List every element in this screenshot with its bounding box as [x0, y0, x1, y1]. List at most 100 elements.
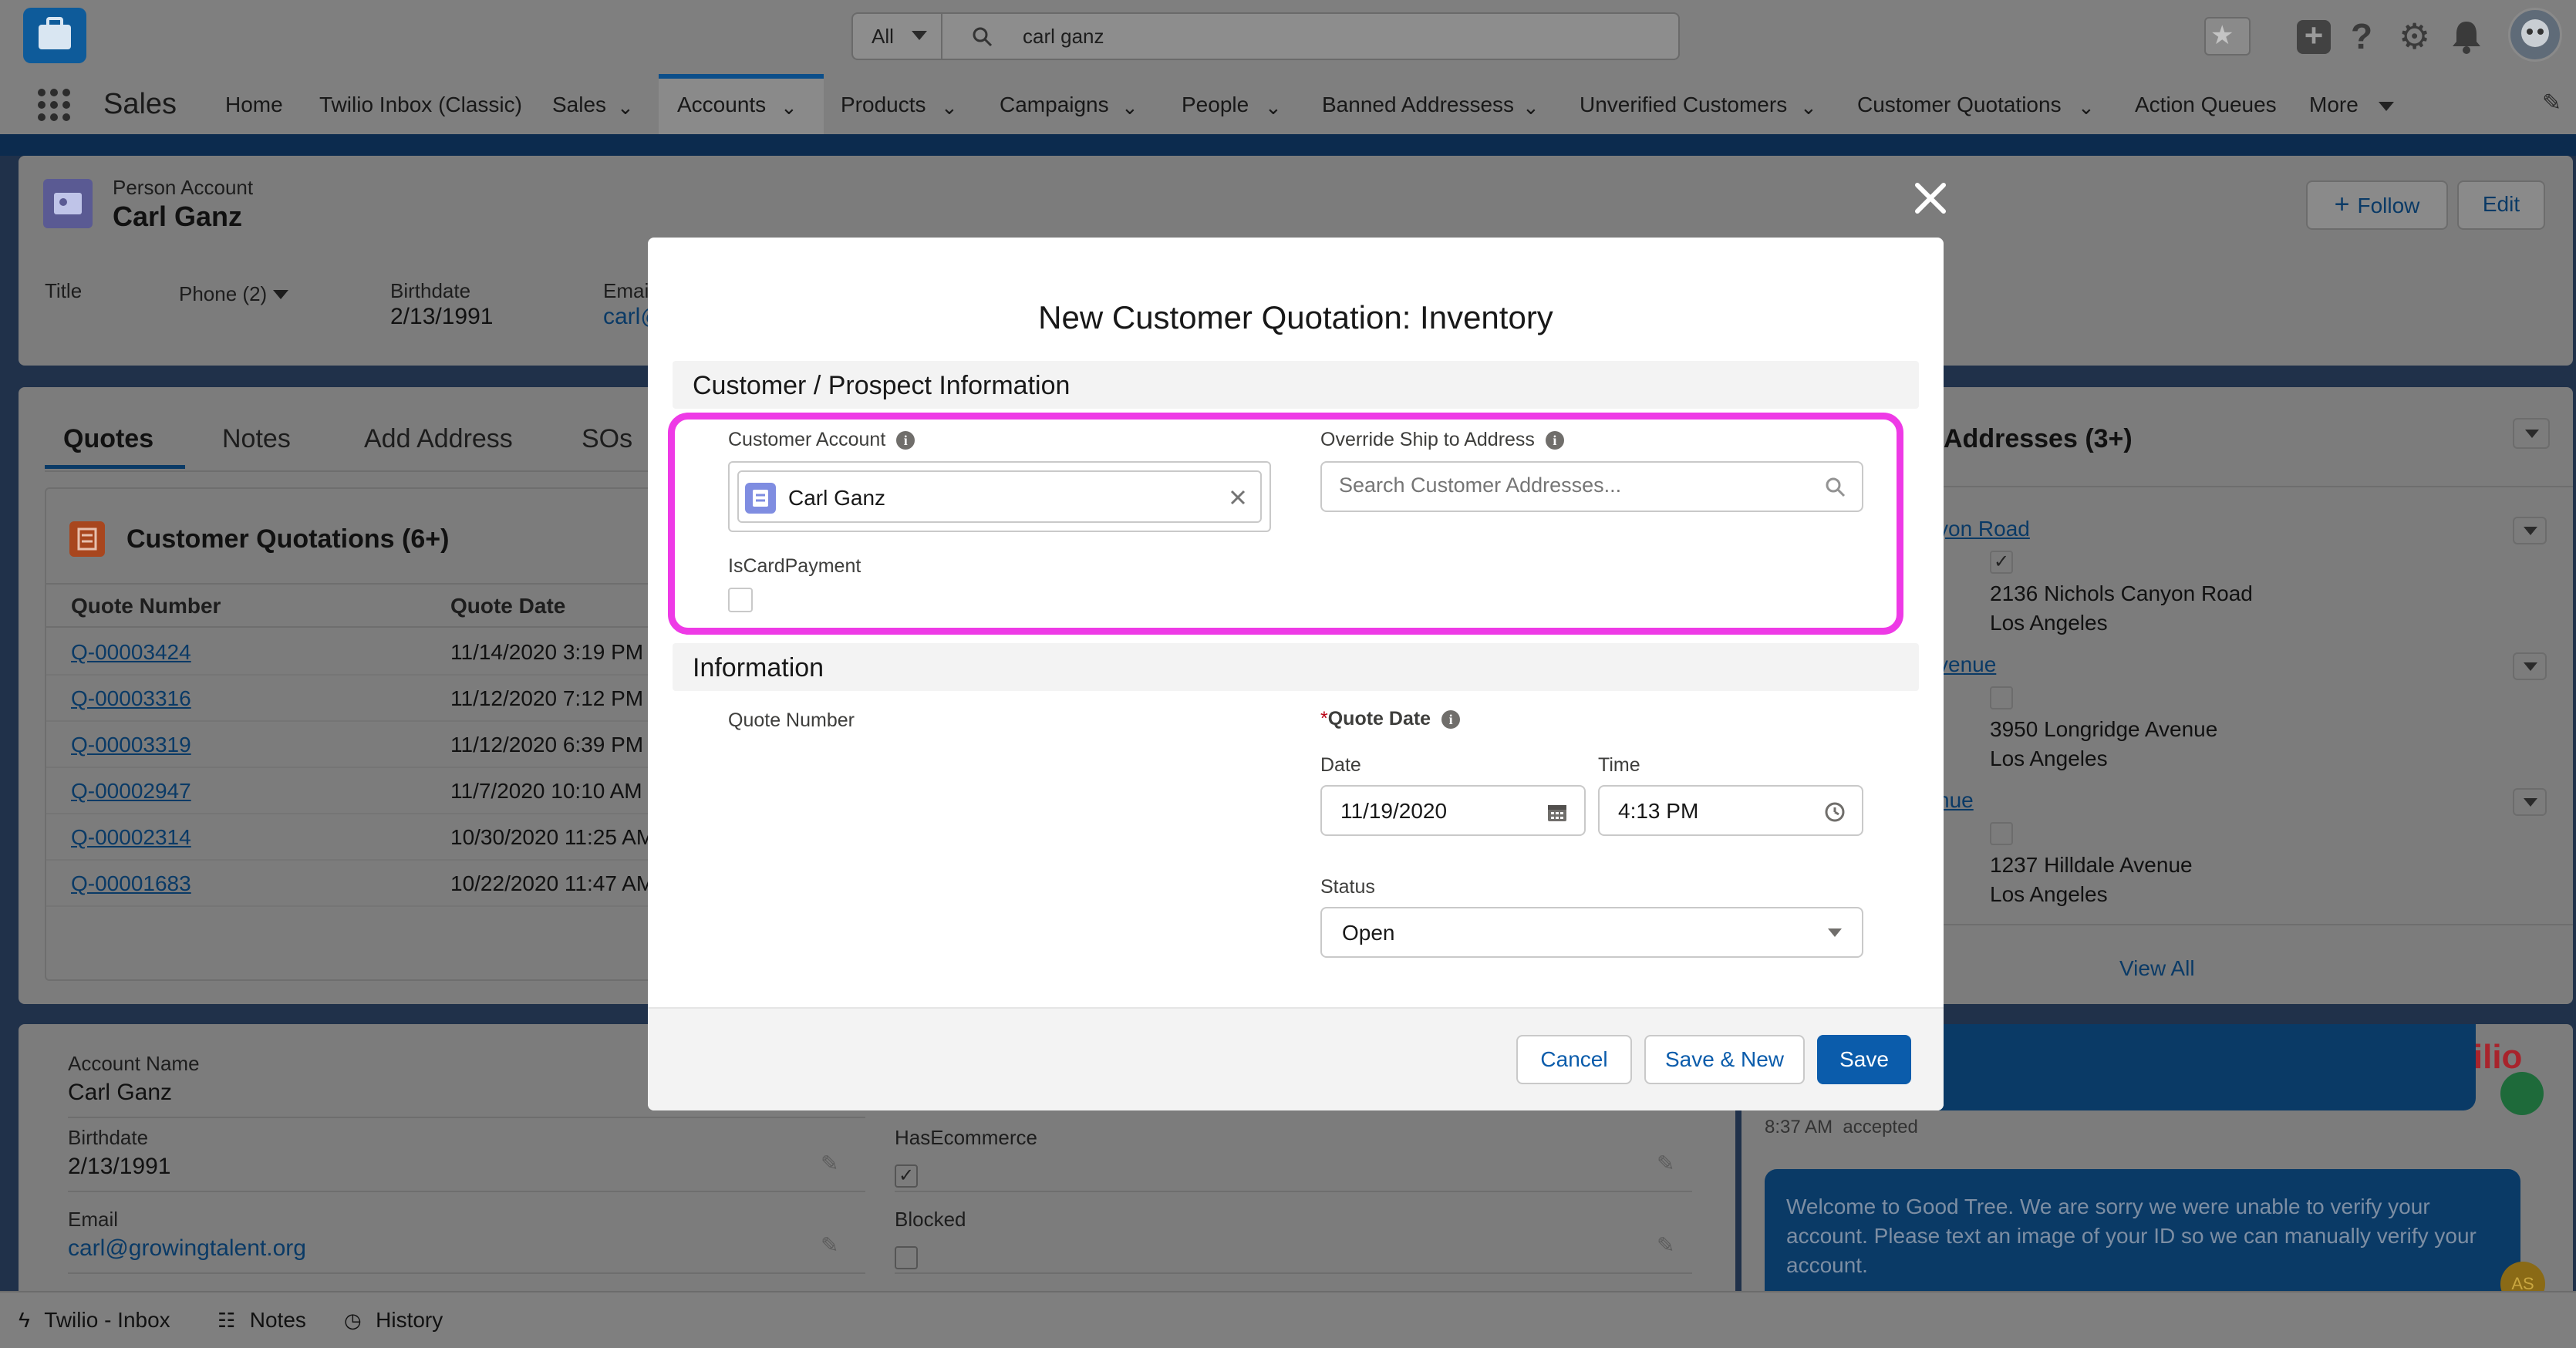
- calendar-icon[interactable]: [1546, 800, 1569, 824]
- address-checkbox-checked[interactable]: ✓: [1990, 551, 2013, 574]
- nav-item-people[interactable]: People: [1182, 93, 1249, 117]
- chevron-down-icon[interactable]: ⌄: [941, 96, 958, 120]
- section-information[interactable]: Information: [673, 643, 1919, 691]
- quote-number-link[interactable]: Q-00002314: [71, 825, 191, 850]
- view-all-link[interactable]: View All: [2119, 956, 2195, 981]
- header-decorative-strip: [0, 134, 2576, 156]
- address-link[interactable]: venue: [1937, 652, 1996, 677]
- edit-pencil-icon[interactable]: ✎: [821, 1151, 838, 1176]
- address-link[interactable]: yon Road: [1937, 517, 2030, 541]
- save-and-new-button[interactable]: Save & New: [1644, 1035, 1805, 1084]
- close-modal-icon[interactable]: [1911, 179, 1950, 217]
- utility-label: History: [376, 1308, 443, 1332]
- highlight-annotation: [668, 413, 1903, 635]
- address-checkbox[interactable]: [1990, 822, 2013, 845]
- quote-number-link[interactable]: Q-00002947: [71, 779, 191, 804]
- nav-item-sales[interactable]: Sales: [552, 93, 606, 117]
- tab-quotes[interactable]: Quotes: [45, 403, 185, 469]
- search-input[interactable]: carl ganz: [1023, 25, 1104, 49]
- quote-date-cell: 11/12/2020 7:12 PM: [450, 686, 644, 710]
- modal-footer: Cancel Save & New Save: [648, 1007, 1944, 1110]
- edit-pencil-icon[interactable]: ✎: [821, 1232, 838, 1258]
- favorites-star-icon[interactable]: ★: [2204, 17, 2251, 56]
- follow-button[interactable]: + Follow: [2306, 180, 2448, 230]
- nav-item-accounts-active[interactable]: Accounts ⌄: [659, 74, 824, 134]
- field-label-birthdate: Birthdate: [390, 279, 471, 302]
- quotations-title[interactable]: Customer Quotations (6+): [126, 524, 449, 554]
- gear-icon[interactable]: ⚙: [2399, 15, 2430, 57]
- tab-quotes-label: Quotes: [63, 424, 154, 453]
- date-label: Date: [1320, 754, 1361, 776]
- chevron-down-icon[interactable]: ⌄: [617, 96, 634, 120]
- nav-item-products[interactable]: Products: [841, 93, 926, 117]
- caret-down-icon[interactable]: [273, 290, 288, 299]
- row-menu-chevron-icon[interactable]: [2513, 652, 2547, 680]
- tab-notes[interactable]: Notes: [222, 424, 291, 454]
- nav-item-unverified-customers[interactable]: Unverified Customers: [1580, 93, 1787, 117]
- tab-add-address[interactable]: Add Address: [364, 424, 513, 454]
- has-ecommerce-checkbox-checked: ✓: [895, 1164, 918, 1188]
- row-menu-chevron-icon[interactable]: [2513, 788, 2547, 816]
- chevron-down-icon[interactable]: ⌄: [1800, 96, 1817, 120]
- time-label: Time: [1598, 754, 1640, 776]
- utility-item-twilio-inbox[interactable]: ϟ Twilio - Inbox: [19, 1308, 170, 1333]
- app-logo[interactable]: [23, 8, 86, 63]
- section-title: Customer / Prospect Information: [693, 371, 1071, 400]
- quote-number-link[interactable]: Q-00003319: [71, 733, 191, 757]
- addresses-menu-chevron-icon[interactable]: [2513, 418, 2550, 449]
- bell-icon[interactable]: [2450, 19, 2483, 54]
- chevron-down-icon[interactable]: ⌄: [1265, 96, 1282, 120]
- field-label-blocked: Blocked: [895, 1208, 966, 1231]
- plus-icon: +: [2334, 190, 2350, 219]
- col-quote-date[interactable]: Quote Date: [450, 594, 565, 618]
- time-value: 4:13 PM: [1618, 799, 1699, 823]
- chevron-down-icon[interactable]: ⌄: [1522, 96, 1539, 120]
- chevron-down-icon[interactable]: ⌄: [1121, 96, 1138, 120]
- status-select[interactable]: Open: [1320, 907, 1863, 958]
- edit-button[interactable]: Edit: [2457, 180, 2545, 230]
- chevron-down-icon: [912, 31, 927, 40]
- nav-item-action-queues[interactable]: Action Queues: [2135, 93, 2277, 117]
- tab-sos[interactable]: SOs: [582, 424, 632, 454]
- search-scope-select[interactable]: All: [853, 14, 942, 59]
- addresses-title[interactable]: Addresses (3+): [1944, 424, 2133, 454]
- edit-nav-pencil-icon[interactable]: ✎: [2542, 89, 2561, 116]
- nav-item-home[interactable]: Home: [225, 93, 283, 117]
- field-value-email[interactable]: carl@growingtalent.org: [68, 1235, 306, 1262]
- address-line2: Los Angeles: [1990, 746, 2108, 770]
- save-button[interactable]: Save: [1817, 1035, 1911, 1084]
- quote-number-link[interactable]: Q-00003316: [71, 686, 191, 711]
- add-icon[interactable]: +: [2297, 19, 2331, 54]
- time-picker-input[interactable]: 4:13 PM: [1598, 785, 1863, 836]
- address-checkbox[interactable]: [1990, 686, 2013, 709]
- help-icon[interactable]: ?: [2351, 15, 2372, 57]
- global-search[interactable]: All carl ganz: [851, 12, 1680, 60]
- edit-pencil-icon[interactable]: ✎: [1657, 1232, 1674, 1258]
- date-value: 11/19/2020: [1340, 799, 1448, 823]
- row-menu-chevron-icon[interactable]: [2513, 517, 2547, 544]
- nav-item-customer-quotations[interactable]: Customer Quotations: [1857, 93, 2062, 117]
- nav-item-banned-addresses[interactable]: Banned Addressess: [1322, 93, 1514, 117]
- info-icon[interactable]: i: [1441, 710, 1461, 730]
- user-avatar[interactable]: [2508, 8, 2562, 62]
- required-asterisk: *: [1320, 708, 1328, 730]
- chevron-down-icon[interactable]: ⌄: [781, 96, 797, 120]
- caret-down-icon[interactable]: [2379, 102, 2394, 111]
- quote-number-link[interactable]: Q-00001683: [71, 871, 191, 896]
- nav-item-campaigns[interactable]: Campaigns: [1000, 93, 1109, 117]
- edit-pencil-icon[interactable]: ✎: [1657, 1151, 1674, 1176]
- col-quote-number[interactable]: Quote Number: [71, 594, 221, 618]
- utility-item-history[interactable]: ◷ History: [344, 1308, 443, 1333]
- app-launcher-icon[interactable]: [37, 88, 71, 122]
- address-line2: Los Angeles: [1990, 611, 2108, 635]
- clock-icon[interactable]: [1823, 800, 1846, 824]
- nav-item-twilio-inbox[interactable]: Twilio Inbox (Classic): [319, 93, 522, 117]
- quote-number-link[interactable]: Q-00003424: [71, 640, 191, 665]
- section-customer-prospect[interactable]: Customer / Prospect Information: [673, 361, 1919, 409]
- cancel-button[interactable]: Cancel: [1516, 1035, 1632, 1084]
- utility-item-notes[interactable]: ☷ Notes: [217, 1308, 306, 1333]
- nav-item-more[interactable]: More: [2309, 93, 2359, 117]
- date-picker-input[interactable]: 11/19/2020: [1320, 785, 1586, 836]
- chevron-down-icon[interactable]: ⌄: [2078, 96, 2095, 120]
- field-label-phone[interactable]: Phone (2): [179, 282, 267, 306]
